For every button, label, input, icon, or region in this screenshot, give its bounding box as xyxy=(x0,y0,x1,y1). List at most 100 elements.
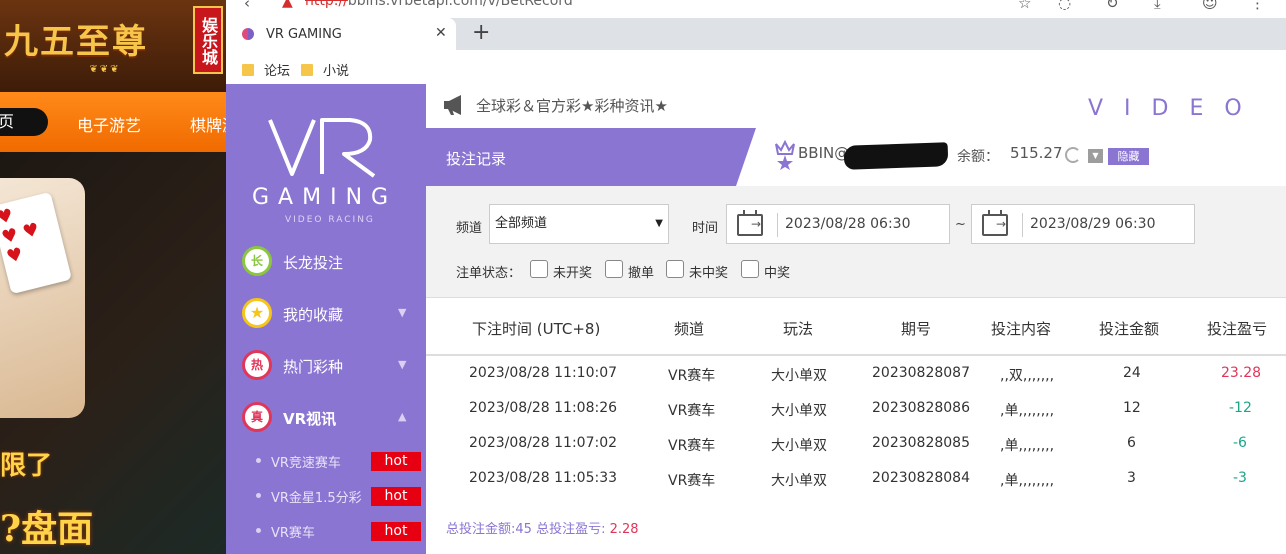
promo-text-1: 限了 xyxy=(0,451,53,481)
balance-value: 515.27 xyxy=(1010,144,1063,162)
new-tab-icon[interactable]: + xyxy=(472,21,490,45)
extension-icon[interactable]: ◌ xyxy=(1058,0,1071,12)
bookmark-forum[interactable]: 论坛 xyxy=(242,60,290,79)
vr-sidebar: GAMING VIDEO RACING 长 长龙投注 ★ 我的收藏 ▼ 热 热门… xyxy=(226,84,426,554)
bookmark-novel[interactable]: 小说 xyxy=(301,60,349,79)
bet-content: ,单,,,,,,,, xyxy=(1000,438,1055,454)
status-label-undrawn: 未开奖 xyxy=(553,266,593,281)
folder-icon xyxy=(242,64,254,76)
nav-home[interactable]: 页 xyxy=(0,108,48,136)
background-site-badge: 娱乐城 xyxy=(193,6,223,74)
calendar-icon[interactable] xyxy=(982,210,1008,236)
bookmarks-bar: 论坛 小说 xyxy=(226,50,1286,84)
bet-issue: 20230828085 xyxy=(872,435,970,451)
page-title: 投注记录 xyxy=(446,150,507,168)
total-profit-label: 总投注盈亏: xyxy=(536,522,606,537)
totals-summary: 总投注金额:45 总投注盈亏: 2.28 xyxy=(446,518,639,537)
bet-channel: VR赛车 xyxy=(668,368,716,384)
notice-text[interactable]: 全球彩＆官方彩★彩种资讯★ xyxy=(476,95,668,116)
background-site: 九五至尊 娱乐城 ❦❦❦ 页 电子游艺 棋牌游 ♥♥ ♥♥ 限了 ?盘面 xyxy=(0,0,226,554)
status-label-won: 中奖 xyxy=(764,266,791,281)
chevron-up-icon[interactable]: ▲ xyxy=(398,410,406,423)
chevron-down-icon[interactable]: ▼ xyxy=(398,358,406,371)
end-date-input[interactable]: 2023/08/29 06:30 xyxy=(971,204,1195,244)
bet-content: ,,双,,,,,,, xyxy=(1000,368,1055,384)
start-date-input[interactable]: 2023/08/28 06:30 xyxy=(726,204,950,244)
status-checkbox-cancelled[interactable] xyxy=(605,260,623,278)
star-icon: ★ xyxy=(242,298,272,328)
sidebar-item-label: 我的收藏 xyxy=(283,306,344,324)
column-header[interactable]: 投注内容 xyxy=(991,318,1051,339)
total-amount: 45 xyxy=(515,522,532,537)
column-header[interactable]: 玩法 xyxy=(783,318,813,339)
bet-amount: 6 xyxy=(1127,435,1136,451)
address-bar[interactable]: ‹ ▲ http://bbins.vrbetapi.com/v/BetRecor… xyxy=(226,0,1286,12)
bet-content: ,单,,,,,,,, xyxy=(1000,473,1055,489)
status-checkbox-won[interactable] xyxy=(741,260,759,278)
vr-favicon-icon xyxy=(242,28,254,40)
browser-chrome: ‹ ▲ http://bbins.vrbetapi.com/v/BetRecor… xyxy=(226,0,1286,84)
download-icon[interactable]: ⤓ xyxy=(1154,0,1161,12)
bet-issue: 20230828086 xyxy=(872,400,970,416)
sidebar-item-favorites[interactable]: ★ 我的收藏 ▼ xyxy=(226,288,426,340)
bet-time: 2023/08/28 11:07:02 xyxy=(469,435,618,451)
subitem-label: VR金星1.5分彩 xyxy=(271,491,362,506)
column-header[interactable]: 投注金额 xyxy=(1099,318,1159,339)
redaction-mark xyxy=(843,142,949,170)
star-icon[interactable]: ☆ xyxy=(1018,0,1031,12)
calendar-icon[interactable] xyxy=(737,210,763,236)
menu-icon[interactable]: ⋮ xyxy=(1250,0,1265,12)
total-profit: 2.28 xyxy=(609,522,639,537)
column-header[interactable]: 期号 xyxy=(901,318,931,339)
bet-amount: 24 xyxy=(1123,365,1141,381)
end-date-value: 2023/08/29 06:30 xyxy=(1030,216,1156,232)
status-checkbox-undrawn[interactable] xyxy=(530,260,548,278)
tab-strip: VR GAMING ✕ + xyxy=(226,18,1286,50)
sidebar-subitem-vr-speed-racing[interactable]: VR竞速赛车 hot xyxy=(226,446,426,476)
bet-time: 2023/08/28 11:10:07 xyxy=(469,365,618,381)
sidebar-subitem-vr-racing[interactable]: VR赛车 hot xyxy=(226,516,426,546)
nav-chess[interactable]: 棋牌游 xyxy=(190,112,226,136)
balance-label: 余额： xyxy=(957,149,999,165)
profile-icon[interactable]: ☺ xyxy=(1202,0,1218,12)
browser-tab[interactable]: VR GAMING ✕ xyxy=(226,18,456,50)
column-header[interactable]: 频道 xyxy=(674,318,704,339)
column-header[interactable]: 投注盈亏 xyxy=(1207,318,1267,339)
back-icon[interactable]: ‹ xyxy=(244,0,250,12)
sidebar-item-label: VR视讯 xyxy=(283,410,337,428)
url-text[interactable]: http://bbins.vrbetapi.com/v/BetRecord xyxy=(305,0,573,9)
table-row: 2023/08/28 11:05:33 VR赛车 大小单双 2023082808… xyxy=(426,462,1286,497)
bet-play: 大小单双 xyxy=(771,473,827,489)
channel-select[interactable]: 全部频道 ▼ xyxy=(489,204,669,244)
close-tab-icon[interactable]: ✕ xyxy=(435,25,447,41)
user-area: BBIN@ 余额： 515.27 ▼ 隐藏 xyxy=(774,128,1274,186)
bullet-icon xyxy=(256,528,261,533)
sidebar-item-vr-video[interactable]: 真 VR视讯 ▲ xyxy=(226,392,426,444)
vr-video-racing-text: VIDEO RACING xyxy=(285,215,375,225)
column-header[interactable]: 下注时间 (UTC+8) xyxy=(472,318,600,339)
status-label: 注单状态： xyxy=(456,266,522,281)
refresh-icon[interactable] xyxy=(1065,147,1081,163)
brand-letters: VIDEO R xyxy=(1088,96,1286,121)
bet-play: 大小单双 xyxy=(771,368,827,384)
table-header: 下注时间 (UTC+8) 频道 玩法 期号 投注内容 投注金额 投注盈亏 xyxy=(426,298,1286,356)
bet-amount: 12 xyxy=(1123,400,1141,416)
nav-electronic-games[interactable]: 电子游艺 xyxy=(77,112,141,136)
sidebar-item-long-dragon[interactable]: 长 长龙投注 xyxy=(226,236,426,288)
real-badge-icon: 真 xyxy=(242,402,272,432)
sidebar-subitem-vr-venus[interactable]: VR金星1.5分彩 hot xyxy=(226,481,426,511)
megaphone-icon xyxy=(444,95,461,115)
balance-dropdown-button[interactable]: ▼ xyxy=(1088,149,1103,163)
chevron-down-icon[interactable]: ▼ xyxy=(398,306,406,319)
status-label-cancelled: 撤单 xyxy=(628,266,655,281)
hide-balance-button[interactable]: 隐藏 xyxy=(1108,148,1149,165)
status-checkbox-lost[interactable] xyxy=(666,260,684,278)
insecure-warning-icon[interactable]: ▲ xyxy=(282,0,293,10)
hot-tag: hot xyxy=(371,522,421,541)
bet-play: 大小单双 xyxy=(771,438,827,454)
reload-icon[interactable]: ↻ xyxy=(1106,0,1119,12)
bullet-icon xyxy=(256,458,261,463)
date-range-separator: ~ xyxy=(955,217,966,232)
background-site-logo: 九五至尊 xyxy=(4,22,148,62)
sidebar-item-hot-lottery[interactable]: 热 热门彩种 ▼ xyxy=(226,340,426,392)
